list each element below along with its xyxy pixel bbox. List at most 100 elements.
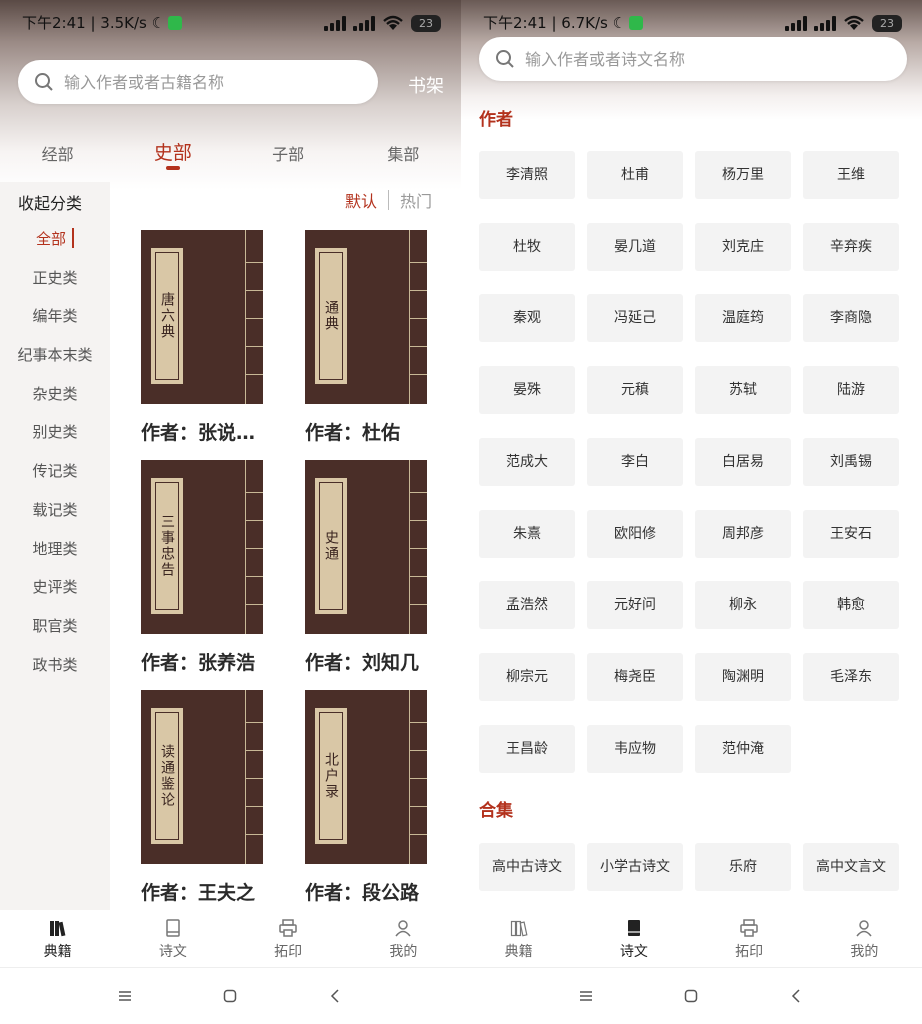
search-input[interactable] xyxy=(64,72,378,92)
search-icon xyxy=(35,73,53,91)
author-chip[interactable]: 王维 xyxy=(803,151,899,199)
tab-jingbu[interactable]: 经部 xyxy=(0,138,115,178)
book-cover: 史通 xyxy=(305,460,427,634)
author-chip[interactable]: 陶渊明 xyxy=(695,652,791,701)
sort-default-button[interactable]: 默认 xyxy=(345,188,377,212)
book-card[interactable]: 史通 作者：刘知几 xyxy=(305,460,427,675)
sidebar-item-label: 纪事本末类 xyxy=(17,346,93,365)
author-chip[interactable]: 杨万里 xyxy=(695,151,791,199)
search-input[interactable] xyxy=(525,49,907,69)
author-chip[interactable]: 范成大 xyxy=(479,437,575,486)
sort-popular-button[interactable]: 热门 xyxy=(400,188,432,212)
book-card[interactable]: 通典 作者：杜佑 xyxy=(305,230,427,445)
sort-divider xyxy=(388,190,390,210)
author-chip[interactable]: 辛弃疾 xyxy=(803,222,899,271)
book-card[interactable]: 北户录 作者：段公路 xyxy=(305,690,427,905)
author-chip[interactable]: 王昌龄 xyxy=(479,724,575,773)
printer-icon xyxy=(740,919,758,937)
sort-options: 默认 热门 xyxy=(345,188,432,212)
sidebar-item[interactable]: 正史类 xyxy=(0,259,110,298)
author-chip[interactable]: 元稹 xyxy=(587,366,683,415)
collapse-categories-button[interactable]: 收起分类 xyxy=(18,190,82,214)
menu-icon[interactable] xyxy=(117,988,133,1004)
author-chip[interactable]: 朱熹 xyxy=(479,509,575,558)
sidebar-item[interactable]: 全部 xyxy=(0,220,110,259)
author-chip[interactable]: 柳宗元 xyxy=(479,652,575,701)
author-chip[interactable]: 李商隐 xyxy=(803,294,899,343)
author-chip[interactable]: 柳永 xyxy=(695,581,791,630)
collection-chip[interactable]: 高中古诗文 xyxy=(479,843,575,891)
book-card[interactable]: 唐六典作者：张说… xyxy=(141,230,263,445)
author-chip[interactable]: 韩愈 xyxy=(803,581,899,630)
author-chip[interactable]: 刘克庄 xyxy=(695,222,791,271)
author-chip[interactable]: 刘禹锡 xyxy=(803,437,899,486)
home-square-icon[interactable] xyxy=(222,988,238,1004)
author-chip[interactable]: 晏殊 xyxy=(479,366,575,415)
author-chip[interactable]: 杜甫 xyxy=(587,151,683,199)
book-author: 作者：张说… xyxy=(141,422,256,444)
nav-classics[interactable]: 典籍 xyxy=(0,910,115,967)
author-chip[interactable]: 毛泽东 xyxy=(803,652,899,701)
sidebar-item[interactable]: 史评类 xyxy=(0,568,110,607)
sidebar-item[interactable]: 政书类 xyxy=(0,646,110,685)
author-chip[interactable]: 温庭筠 xyxy=(695,294,791,343)
back-chevron-icon[interactable] xyxy=(788,988,804,1004)
book-title: 北户录 xyxy=(323,752,339,800)
back-chevron-icon[interactable] xyxy=(327,988,343,1004)
nav-poems[interactable]: 诗文 xyxy=(115,910,230,967)
sidebar-item[interactable]: 杂史类 xyxy=(0,375,110,414)
sidebar-item[interactable]: 纪事本末类 xyxy=(0,336,110,375)
book-title-label: 读通鉴论 xyxy=(151,708,183,844)
nav-rubbing[interactable]: 拓印 xyxy=(692,910,807,967)
tab-zibu[interactable]: 子部 xyxy=(231,138,346,178)
author-chip[interactable]: 李清照 xyxy=(479,151,575,199)
bottom-nav: 典籍 诗文 拓印 我的 xyxy=(461,910,922,968)
status-icons: 23 xyxy=(785,12,902,34)
book-card[interactable]: 三事忠告 作者：张养浩 xyxy=(141,460,263,675)
sidebar-item[interactable]: 职官类 xyxy=(0,607,110,646)
author-chip[interactable]: 元好问 xyxy=(587,581,683,630)
system-nav-bar xyxy=(461,968,922,1024)
tab-shibu[interactable]: 史部 xyxy=(115,138,230,178)
author-chip[interactable]: 周邦彦 xyxy=(695,509,791,558)
author-chip[interactable]: 苏轼 xyxy=(695,366,791,415)
author-chip[interactable]: 秦观 xyxy=(479,294,575,343)
nav-profile[interactable]: 我的 xyxy=(807,910,922,967)
collection-chip[interactable]: 高中文言文 xyxy=(803,843,899,891)
collection-chip[interactable]: 小学古诗文 xyxy=(587,843,683,891)
sidebar-item[interactable]: 编年类 xyxy=(0,297,110,336)
author-chip[interactable]: 孟浩然 xyxy=(479,581,575,630)
search-bar[interactable] xyxy=(479,37,907,81)
author-chip[interactable]: 王安石 xyxy=(803,509,899,558)
author-chip[interactable]: 杜牧 xyxy=(479,222,575,271)
nav-profile[interactable]: 我的 xyxy=(346,910,461,967)
author-chip[interactable]: 冯延己 xyxy=(587,294,683,343)
nav-classics[interactable]: 典籍 xyxy=(461,910,576,967)
book-cover: 唐六典 xyxy=(141,230,263,404)
author-chip[interactable]: 白居易 xyxy=(695,437,791,486)
author-chip[interactable]: 范仲淹 xyxy=(695,724,791,773)
collection-chip[interactable]: 乐府 xyxy=(695,843,791,891)
author-chip[interactable]: 李白 xyxy=(587,437,683,486)
nav-poems[interactable]: 诗文 xyxy=(576,910,691,967)
author-chip[interactable]: 陆游 xyxy=(803,366,899,415)
bookshelf-button[interactable]: 书架 xyxy=(408,72,444,98)
author-chip[interactable]: 欧阳修 xyxy=(587,509,683,558)
home-square-icon[interactable] xyxy=(683,988,699,1004)
menu-icon[interactable] xyxy=(578,988,594,1004)
search-bar[interactable] xyxy=(18,60,378,104)
sidebar-item[interactable]: 载记类 xyxy=(0,491,110,530)
author-chip[interactable]: 韦应物 xyxy=(587,724,683,773)
sidebar-item-label: 载记类 xyxy=(32,500,78,519)
sidebar-item-label: 史评类 xyxy=(32,578,78,597)
sidebar-item[interactable]: 地理类 xyxy=(0,530,110,569)
book-icon xyxy=(627,920,640,936)
sidebar-item[interactable]: 传记类 xyxy=(0,452,110,491)
app-notification-icon xyxy=(168,16,183,30)
nav-rubbing[interactable]: 拓印 xyxy=(231,910,346,967)
book-card[interactable]: 读通鉴论 作者：王夫之 xyxy=(141,690,263,905)
author-chip[interactable]: 晏几道 xyxy=(587,222,683,271)
sidebar-item[interactable]: 别史类 xyxy=(0,413,110,452)
author-chip[interactable]: 梅尧臣 xyxy=(587,652,683,701)
tab-jibu[interactable]: 集部 xyxy=(346,138,461,178)
